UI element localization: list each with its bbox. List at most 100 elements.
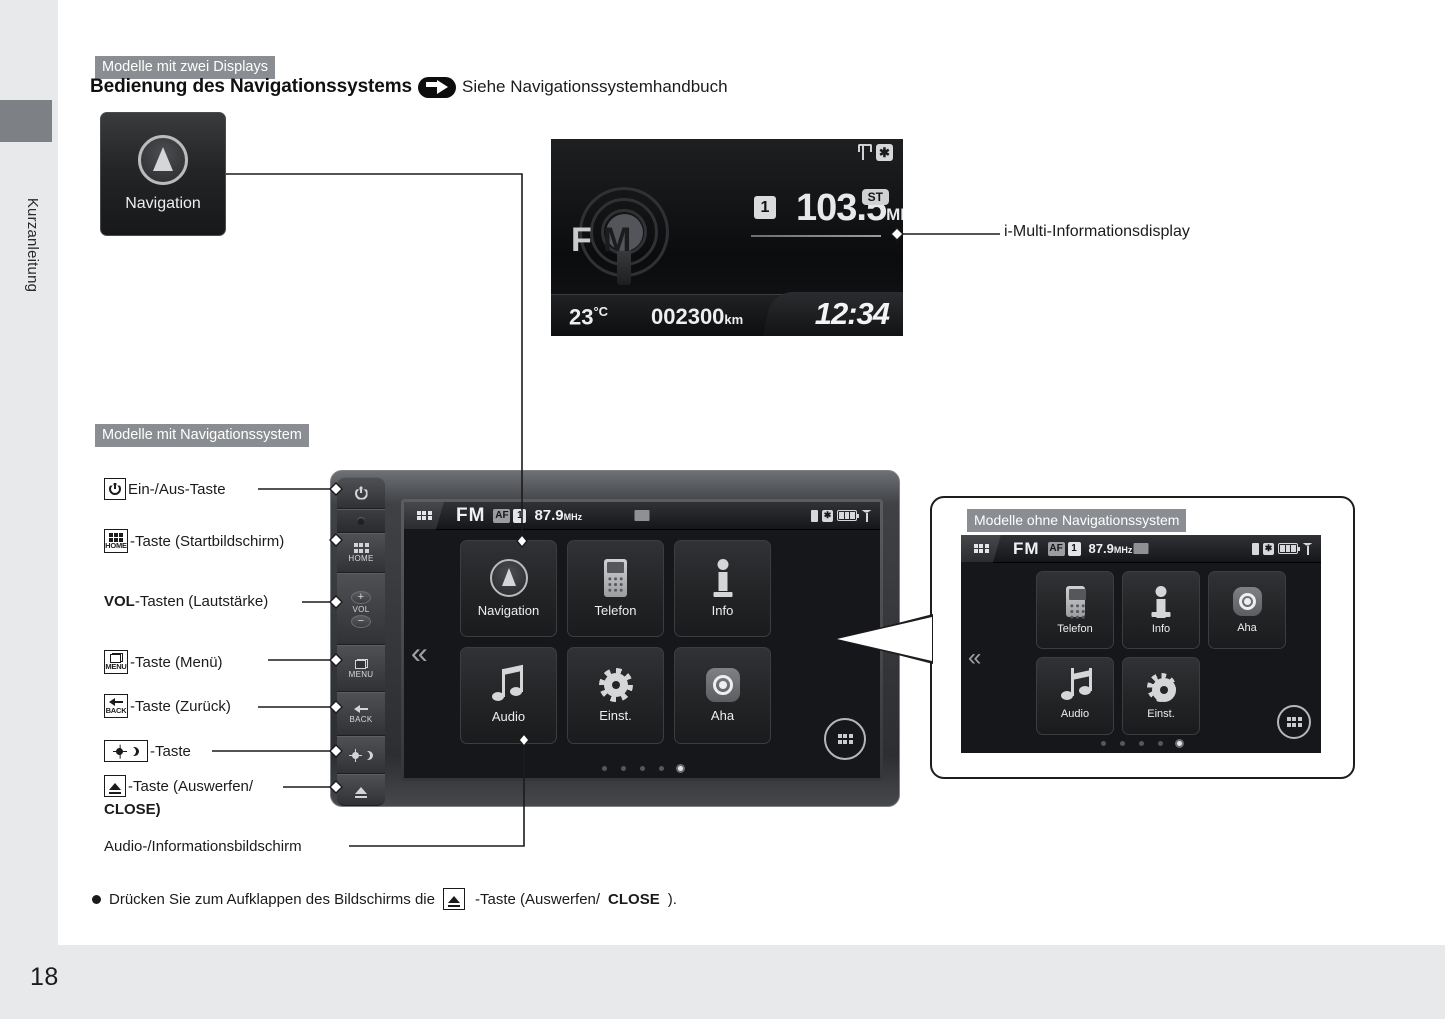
menu-icon: MENU bbox=[104, 650, 128, 674]
fm-logo: F M bbox=[571, 181, 681, 293]
compass-icon bbox=[489, 559, 528, 597]
menu-icon bbox=[354, 658, 368, 669]
page-dot[interactable] bbox=[1119, 741, 1125, 746]
inset-tile-einstellungen[interactable]: Einst. bbox=[1122, 657, 1200, 735]
menu-button[interactable]: MENU bbox=[337, 645, 385, 692]
home-button-label: HOME bbox=[348, 553, 374, 563]
status-frequency-unit: MHz bbox=[563, 512, 583, 522]
callout-vol-label: -Tasten (Lautstärke) bbox=[134, 593, 269, 610]
apps-grid-icon bbox=[1286, 717, 1302, 727]
tile-navigation[interactable]: Navigation bbox=[460, 540, 557, 637]
status-right-icons: ✱ bbox=[811, 509, 872, 522]
callout-eject: -Taste (Auswerfen/ bbox=[104, 775, 253, 797]
tile-label: Audio bbox=[1060, 708, 1090, 720]
navigation-thumbnail-label: Navigation bbox=[125, 195, 201, 212]
page-dot-active[interactable] bbox=[1176, 741, 1182, 746]
status-frequency: 87.9MHz bbox=[534, 507, 582, 524]
tile-info[interactable]: Info bbox=[674, 540, 771, 637]
inset-prev-page-chevron-icon[interactable]: « bbox=[968, 646, 981, 670]
callout-arrow-icon bbox=[837, 617, 932, 661]
callout-home: HOME -Taste (Startbildschirm) bbox=[104, 529, 284, 553]
compass-icon bbox=[138, 135, 188, 185]
badge-without-navigation: Modelle ohne Navigationssystem bbox=[967, 509, 1187, 532]
page-dot[interactable] bbox=[658, 766, 664, 771]
tile-label: Telefon bbox=[1057, 622, 1093, 635]
inset-app-tiles: Telefon Info Aha Audio Einst. bbox=[1036, 571, 1286, 735]
volume-down-icon[interactable]: − bbox=[351, 614, 371, 628]
tile-audio[interactable]: Audio bbox=[460, 647, 557, 744]
eject-icon bbox=[355, 786, 367, 798]
gear-icon bbox=[1146, 672, 1176, 702]
power-button[interactable] bbox=[337, 477, 385, 509]
manual-page: Kurzanleitung 18 Modelle mit zwei Displa… bbox=[0, 0, 1445, 1019]
usb-icon bbox=[1252, 542, 1259, 555]
inset-tile-telefon[interactable]: Telefon bbox=[1036, 571, 1114, 649]
inset-home-grid-area: « Telefon Info Aha Audio Einst. bbox=[961, 563, 1321, 753]
tile-einstellungen[interactable]: Einst. bbox=[567, 647, 664, 744]
battery-icon bbox=[1278, 543, 1300, 554]
imid-odometer-value: 002300 bbox=[651, 304, 725, 329]
page-dot[interactable] bbox=[1138, 741, 1144, 746]
inset-status-band: FM bbox=[1013, 538, 1040, 558]
audio-information-screen[interactable]: FM AF 1 87.9MHz ✱ « Navigation Telefon I… bbox=[404, 502, 880, 778]
inset-tile-audio[interactable]: Audio bbox=[1036, 657, 1114, 735]
page-dot[interactable] bbox=[639, 766, 645, 771]
callout-menu-label: -Taste (Menü) bbox=[130, 653, 223, 671]
bottom-note-text-bold: CLOSE bbox=[608, 890, 660, 908]
info-icon bbox=[1151, 585, 1171, 618]
usb-icon bbox=[858, 144, 872, 161]
bottom-note-text-after: -Taste (Auswerfen/ bbox=[475, 890, 601, 908]
imid-clock: 12:34 bbox=[814, 296, 890, 331]
bullet-icon bbox=[92, 894, 101, 904]
callout-home-label: -Taste (Startbildschirm) bbox=[130, 532, 285, 550]
tile-label: Telefon bbox=[594, 603, 637, 618]
page-dot[interactable] bbox=[601, 766, 607, 771]
status-home-button[interactable] bbox=[404, 502, 444, 530]
apps-grid-button[interactable] bbox=[824, 718, 866, 760]
callout-brightness-label: -Taste bbox=[150, 742, 191, 760]
tile-aha[interactable]: Aha bbox=[674, 647, 771, 744]
tile-label: Einst. bbox=[599, 708, 632, 723]
inset-status-home-button[interactable] bbox=[961, 535, 1001, 563]
aha-icon bbox=[1232, 586, 1262, 616]
tile-label: Aha bbox=[1237, 621, 1257, 634]
inset-screen[interactable]: FM AF 1 87.9MHz ✱ « Telefon Info Aha Aud… bbox=[961, 535, 1321, 753]
sidebar-tab-label: Kurzanleitung bbox=[24, 197, 41, 293]
tile-label: Info bbox=[711, 603, 734, 618]
tile-label: Info bbox=[1151, 622, 1171, 635]
app-tiles: Navigation Telefon Info Audio Einst. Aha bbox=[460, 540, 771, 744]
status-preset: 1 bbox=[513, 508, 527, 523]
reference-text: Siehe Navigationssystemhandbuch bbox=[462, 77, 728, 96]
page-title: Bedienung des Navigationssystems bbox=[90, 76, 413, 97]
inset-status-frequency: 87.9MHz bbox=[1089, 541, 1133, 556]
brightness-button[interactable] bbox=[337, 736, 385, 774]
inset-tile-aha[interactable]: Aha bbox=[1208, 571, 1286, 649]
eject-button[interactable] bbox=[337, 774, 385, 806]
imid-temperature-unit: °C bbox=[593, 303, 609, 319]
callout-back: BACK -Taste (Zurück) bbox=[104, 694, 231, 718]
imid-temperature: 23°C bbox=[569, 304, 608, 330]
tile-label: Audio bbox=[491, 709, 526, 724]
inset-apps-grid-button[interactable] bbox=[1277, 705, 1311, 739]
imid-underline bbox=[751, 235, 881, 237]
phone-icon bbox=[1065, 585, 1086, 620]
sensor-icon bbox=[357, 517, 365, 525]
signal-icon bbox=[1302, 543, 1313, 555]
page-dot[interactable] bbox=[1100, 741, 1106, 746]
tile-telefon[interactable]: Telefon bbox=[567, 540, 664, 637]
volume-buttons[interactable]: + VOL − bbox=[337, 573, 385, 645]
page-dot[interactable] bbox=[620, 766, 626, 771]
badge-with-navigation: Modelle mit Navigationssystem bbox=[95, 424, 309, 447]
prev-page-chevron-icon[interactable]: « bbox=[411, 639, 428, 669]
page-dot[interactable] bbox=[1157, 741, 1163, 746]
music-note-icon bbox=[1061, 668, 1092, 702]
home-button[interactable]: HOME bbox=[337, 533, 385, 573]
picture-icon bbox=[634, 510, 650, 521]
volume-up-icon[interactable]: + bbox=[351, 590, 371, 604]
back-button[interactable]: BACK bbox=[337, 692, 385, 736]
page-dot-active[interactable] bbox=[677, 766, 683, 771]
power-icon bbox=[104, 478, 126, 500]
imid-status-icons: ✱ bbox=[858, 144, 893, 161]
brightness-icon bbox=[349, 751, 370, 760]
inset-tile-info[interactable]: Info bbox=[1122, 571, 1200, 649]
